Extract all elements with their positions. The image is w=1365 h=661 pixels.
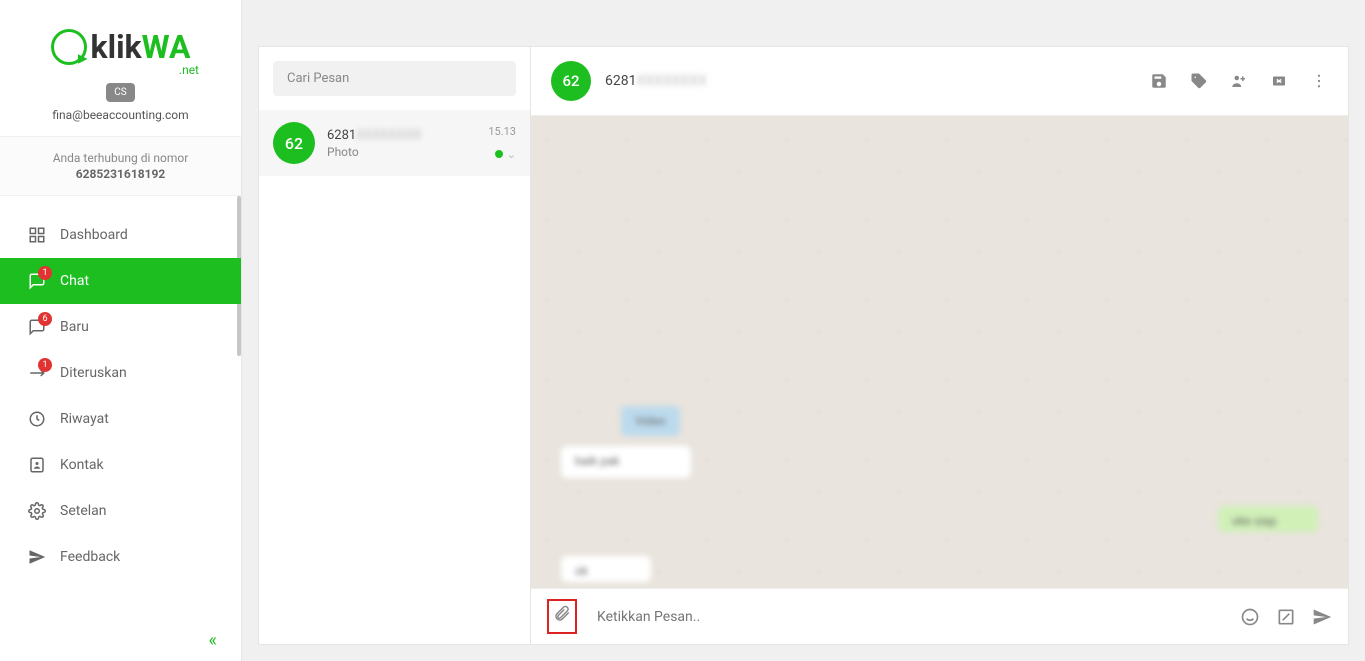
template-icon[interactable] bbox=[1276, 607, 1296, 627]
assign-user-icon[interactable] bbox=[1230, 72, 1248, 90]
message-bubble: baik pak bbox=[561, 446, 691, 478]
collapse-sidebar-button[interactable]: « bbox=[0, 620, 241, 661]
chat-header-title: 6281XXXXXXXX bbox=[605, 73, 707, 89]
nav: Dashboard 1 Chat 6 Baru 1 Diteruskan Riw… bbox=[0, 196, 241, 620]
more-icon[interactable] bbox=[1310, 72, 1328, 90]
avatar: 62 bbox=[551, 61, 591, 101]
send-icon bbox=[28, 548, 46, 566]
chevron-down-icon[interactable]: ⌄ bbox=[507, 148, 516, 161]
sidebar: klikWA .net CS fina@beeaccounting.com An… bbox=[0, 0, 242, 661]
gear-icon bbox=[28, 502, 46, 520]
connection-info: Anda terhubung di nomor 6285231618192 bbox=[0, 136, 241, 196]
nav-badge: 6 bbox=[38, 312, 52, 326]
chat-list-panel: Cari Pesan 62 6281XXXXXXXX Photo 15.13 ⌄ bbox=[258, 46, 530, 645]
sidebar-item-label: Feedback bbox=[60, 549, 120, 565]
sidebar-item-label: Chat bbox=[60, 273, 89, 289]
chat-info: 6281XXXXXXXX Photo bbox=[327, 128, 476, 159]
close-chat-icon[interactable] bbox=[1270, 72, 1288, 90]
sidebar-item-feedback[interactable]: Feedback bbox=[0, 534, 241, 580]
sidebar-item-riwayat[interactable]: Riwayat bbox=[0, 396, 241, 442]
nav-badge: 1 bbox=[38, 358, 52, 372]
chat-time: 15.13 bbox=[488, 125, 516, 138]
sidebar-item-label: Riwayat bbox=[60, 411, 109, 427]
sidebar-item-label: Kontak bbox=[60, 457, 104, 473]
chat-input-bar bbox=[531, 588, 1348, 644]
paperclip-icon bbox=[553, 605, 571, 628]
message-input[interactable] bbox=[591, 603, 1226, 631]
history-icon bbox=[28, 410, 46, 428]
message-bubble: ok bbox=[561, 556, 651, 582]
input-actions bbox=[1240, 607, 1332, 627]
sidebar-item-baru[interactable]: 6 Baru bbox=[0, 304, 241, 350]
chat-contact-name: 6281XXXXXXXX bbox=[327, 128, 476, 143]
chat-list-item[interactable]: 62 6281XXXXXXXX Photo 15.13 ⌄ bbox=[259, 110, 530, 176]
sidebar-item-setelan[interactable]: Setelan bbox=[0, 488, 241, 534]
user-role-badge: CS bbox=[106, 83, 134, 102]
sidebar-item-label: Diteruskan bbox=[60, 365, 127, 381]
header-actions bbox=[1150, 72, 1328, 90]
chat-panel: 62 6281XXXXXXXX Video baik pak oke siap … bbox=[530, 46, 1349, 645]
unread-dot-icon bbox=[495, 150, 503, 158]
user-email: fina@beeaccounting.com bbox=[20, 108, 221, 122]
save-icon[interactable] bbox=[1150, 72, 1168, 90]
chevron-double-left-icon: « bbox=[209, 630, 217, 651]
sidebar-item-label: Dashboard bbox=[60, 227, 128, 243]
avatar: 62 bbox=[273, 122, 315, 164]
message-bubble: Video bbox=[621, 406, 680, 436]
chat-preview: Photo bbox=[327, 145, 476, 159]
sidebar-item-kontak[interactable]: Kontak bbox=[0, 442, 241, 488]
sidebar-item-dashboard[interactable]: Dashboard bbox=[0, 212, 241, 258]
main-area: Cari Pesan 62 6281XXXXXXXX Photo 15.13 ⌄… bbox=[242, 0, 1365, 661]
sidebar-item-diteruskan[interactable]: 1 Diteruskan bbox=[0, 350, 241, 396]
grid-icon bbox=[28, 226, 46, 244]
brand-wa: WA bbox=[142, 28, 191, 66]
brand-logo: klikWA bbox=[51, 28, 191, 66]
emoji-icon[interactable] bbox=[1240, 607, 1260, 627]
brand-pre: klik bbox=[91, 28, 142, 66]
chat-bubble-icon bbox=[51, 29, 87, 65]
message-bubble: oke siap bbox=[1218, 506, 1318, 532]
tag-icon[interactable] bbox=[1190, 72, 1208, 90]
sidebar-item-chat[interactable]: 1 Chat bbox=[0, 258, 241, 304]
sidebar-item-label: Setelan bbox=[60, 503, 107, 519]
send-button[interactable] bbox=[1312, 607, 1332, 627]
nav-badge: 1 bbox=[38, 266, 52, 280]
attach-button-highlight[interactable] bbox=[547, 599, 577, 634]
connection-label: Anda terhubung di nomor bbox=[10, 151, 231, 165]
chat-meta: 15.13 ⌄ bbox=[488, 125, 516, 161]
sidebar-item-label: Baru bbox=[60, 319, 89, 335]
chat-header: 62 6281XXXXXXXX bbox=[531, 47, 1348, 116]
logo-area: klikWA .net CS fina@beeaccounting.com bbox=[0, 0, 241, 136]
chat-messages-area[interactable]: Video baik pak oke siap ok bbox=[531, 116, 1348, 588]
connection-number: 6285231618192 bbox=[10, 167, 231, 181]
search-input[interactable]: Cari Pesan bbox=[273, 61, 516, 96]
contact-icon bbox=[28, 456, 46, 474]
